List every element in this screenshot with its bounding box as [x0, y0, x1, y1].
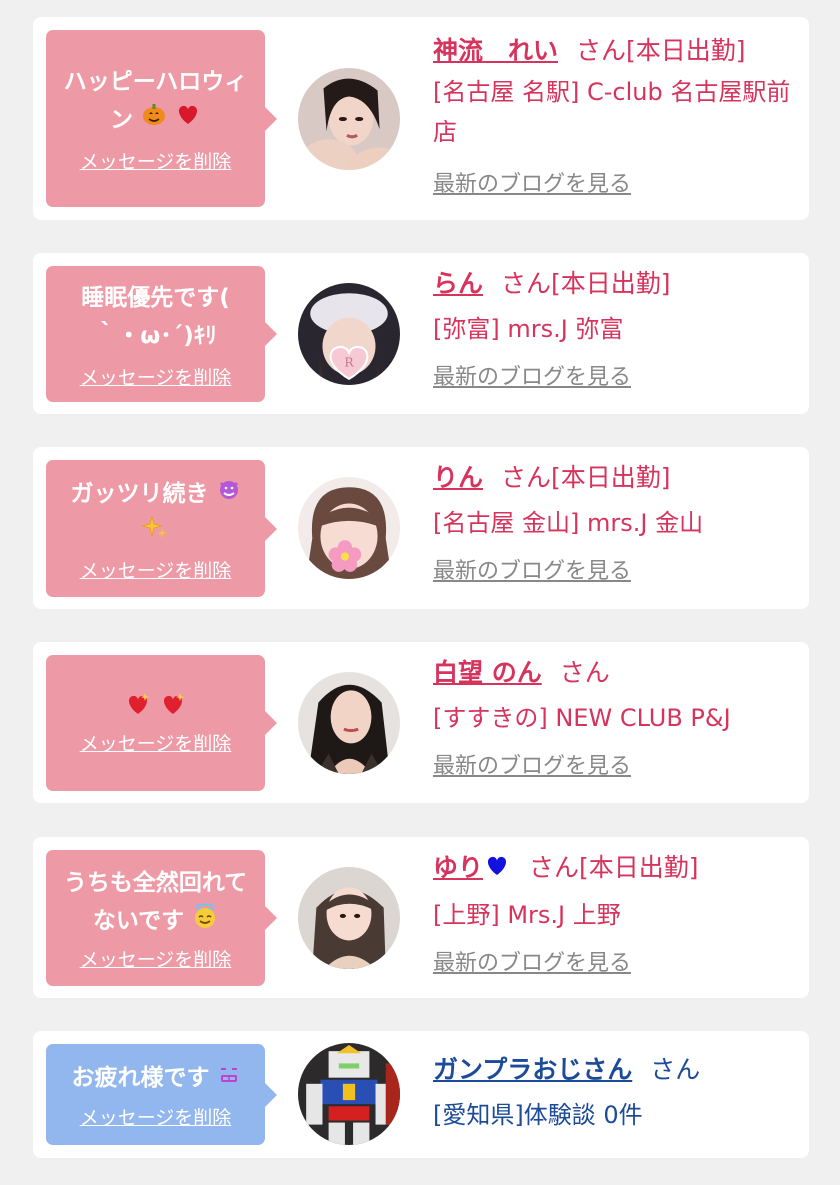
message-card: うちも全然回れてないです メッセージを削除 ゆり さん[本日出勤] [上野] Mr… [33, 837, 809, 998]
latest-blog-link[interactable]: 最新のブログを見る [433, 553, 631, 585]
cast-name-link[interactable]: らん [433, 269, 483, 298]
cast-line: りん さん[本日出勤] [433, 461, 795, 495]
delete-message-link[interactable]: メッセージを削除 [80, 363, 232, 390]
cast-line: らん さん[本日出勤] [433, 267, 795, 301]
shop-name: [弥富] mrs.J 弥富 [433, 315, 624, 343]
cast-info: ゆり さん[本日出勤] [上野] Mrs.J 上野 最新のブログを見る [433, 851, 795, 977]
cast-name-text: ゆり [433, 853, 484, 882]
sparkling-heart-icon [125, 691, 151, 729]
cast-name-link[interactable]: 白望 のん [433, 658, 542, 687]
shop-name: [愛知県]体験談 0件 [433, 1101, 643, 1129]
avatar[interactable]: R [298, 283, 400, 385]
message-text: ガッツリ続き [70, 475, 240, 552]
cast-name-link[interactable]: りん [433, 463, 483, 492]
message-text: うちも全然回れてないです [56, 864, 255, 941]
message-card: 睡眠優先です( ｀・ω･´)ｷﾘ メッセージを削除 R らん さん[本日出勤] [… [33, 253, 809, 414]
bar-face-icon [218, 1059, 240, 1097]
message-bubble: 睡眠優先です( ｀・ω･´)ｷﾘ メッセージを削除 [46, 266, 277, 402]
message-bubble: うちも全然回れてないです メッセージを削除 [46, 850, 277, 986]
delete-message-link[interactable]: メッセージを削除 [80, 1103, 232, 1130]
shop-name: [上野] Mrs.J 上野 [433, 900, 621, 929]
avatar[interactable] [298, 1043, 400, 1145]
message-card: ガッツリ続き メッセージを削除 りん さん[本日出勤] [名古屋 金山] mrs.… [33, 447, 809, 609]
blue-heart-icon [483, 852, 511, 887]
heart-icon [175, 101, 201, 139]
latest-blog-link[interactable]: 最新のブログを見る [433, 748, 631, 780]
message-bubble: メッセージを削除 [46, 655, 277, 791]
message-bubble: お疲れ様です メッセージを削除 [46, 1044, 277, 1145]
message-text-content: ガッツリ続き [70, 480, 209, 507]
cast-name-link[interactable]: ガンプラおじさん [433, 1055, 632, 1084]
message-card: ハッピーハロウィン メッセージを削除 神流 れい さん[本日出勤] [名古屋 名駅… [33, 17, 809, 220]
avatar[interactable] [298, 477, 400, 579]
cast-line: ガンプラおじさん さん [433, 1053, 795, 1087]
cast-info: らん さん[本日出勤] [弥富] mrs.J 弥富 最新のブログを見る [433, 267, 795, 391]
message-text-content: お疲れ様です [71, 1064, 210, 1091]
message-card: メッセージを削除 白望 のん さん [すすきの] NEW CLUB P&J 最新の… [33, 642, 809, 803]
honorific: さん [501, 269, 552, 298]
grinning-devil-icon [217, 475, 241, 513]
status-text: [本日出勤] [551, 269, 671, 298]
sparkling-heart-icon [160, 691, 186, 729]
cast-line: 白望 のん さん [433, 656, 795, 690]
delete-message-link[interactable]: メッセージを削除 [80, 945, 232, 972]
avatar[interactable] [298, 672, 400, 774]
cast-info: 白望 のん さん [すすきの] NEW CLUB P&J 最新のブログを見る [433, 656, 795, 780]
honorific: さん [501, 463, 552, 492]
delete-message-link[interactable]: メッセージを削除 [80, 556, 232, 583]
delete-message-link[interactable]: メッセージを削除 [80, 729, 232, 756]
shop-name: [すすきの] NEW CLUB P&J [433, 704, 731, 732]
honorific: さん [529, 853, 580, 882]
cast-line: ゆり さん[本日出勤] [433, 851, 795, 887]
message-text [125, 690, 185, 729]
honorific: さん [576, 36, 627, 65]
status-text: [本日出勤] [579, 853, 699, 882]
avatar[interactable] [298, 68, 400, 170]
message-text: お疲れ様です [71, 1059, 239, 1098]
message-bubble: ハッピーハロウィン メッセージを削除 [46, 30, 277, 207]
honorific: さん [559, 658, 610, 687]
cast-info: ガンプラおじさん さん [愛知県]体験談 0件 [433, 1053, 795, 1135]
message-bubble: ガッツリ続き メッセージを削除 [46, 460, 277, 597]
cast-name-link[interactable]: 神流 れい [433, 36, 558, 65]
message-text: 睡眠優先です( ｀・ω･´)ｷﾘ [81, 284, 230, 349]
message-text: ハッピーハロウィン [56, 63, 255, 140]
svg-text:R: R [344, 356, 354, 370]
delete-message-link[interactable]: メッセージを削除 [80, 147, 232, 174]
message-list: ハッピーハロウィン メッセージを削除 神流 れい さん[本日出勤] [名古屋 名駅… [0, 0, 840, 1185]
sparkles-icon [142, 514, 168, 552]
cast-line: 神流 れい さん[本日出勤] [433, 34, 795, 68]
shop-name: [名古屋 金山] mrs.J 金山 [433, 509, 704, 537]
cast-info: 神流 れい さん[本日出勤] [名古屋 名駅] C-club 名古屋駅前店 最新の… [433, 34, 795, 198]
shop-name: [名古屋 名駅] C-club 名古屋駅前店 [433, 78, 791, 146]
pumpkin-icon [141, 101, 167, 139]
latest-blog-link[interactable]: 最新のブログを見る [433, 945, 631, 977]
cast-name-link[interactable]: ゆり [433, 853, 511, 882]
message-text-content: うちも全然回れてないです [63, 870, 248, 935]
honorific: さん [650, 1055, 701, 1084]
avatar[interactable] [298, 867, 400, 969]
status-text: [本日出勤] [626, 36, 746, 65]
cast-info: りん さん[本日出勤] [名古屋 金山] mrs.J 金山 最新のブログを見る [433, 461, 795, 585]
status-text: [本日出勤] [551, 463, 671, 492]
message-card: お疲れ様です メッセージを削除 ガンプラおじさん さん [愛知県]体験談 0件 [33, 1031, 809, 1158]
latest-blog-link[interactable]: 最新のブログを見る [433, 359, 631, 391]
latest-blog-link[interactable]: 最新のブログを見る [433, 166, 631, 198]
halo-face-icon [192, 903, 218, 941]
